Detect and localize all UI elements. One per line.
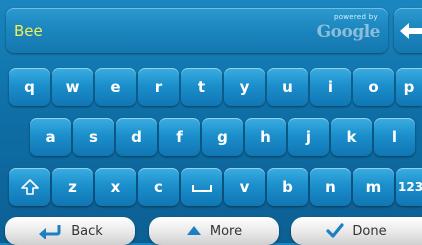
done-button[interactable]: Done: [291, 217, 422, 245]
shift-arrow-icon: [20, 178, 39, 196]
key-n[interactable]: n: [310, 168, 351, 206]
space-bar-icon: [191, 181, 212, 193]
back-button[interactable]: Back: [5, 217, 135, 245]
key-f[interactable]: f: [159, 118, 200, 156]
key-c[interactable]: c: [138, 168, 179, 206]
key-b[interactable]: b: [267, 168, 308, 206]
search-input[interactable]: Bee powered by Google: [6, 8, 388, 53]
key-p[interactable]: p: [396, 68, 422, 106]
backspace-button[interactable]: [394, 8, 422, 53]
more-button[interactable]: More: [149, 217, 279, 245]
done-button-label: Done: [352, 223, 387, 239]
shift-key[interactable]: [9, 168, 50, 206]
key-v[interactable]: v: [224, 168, 265, 206]
google-logo: Google: [316, 22, 381, 42]
search-input-value: Bee: [14, 22, 43, 40]
checkmark-icon: [326, 223, 344, 239]
key-e[interactable]: e: [95, 68, 136, 106]
key-m[interactable]: m: [353, 168, 394, 206]
key-k[interactable]: k: [331, 118, 372, 156]
key-z[interactable]: z: [52, 168, 93, 206]
powered-by-label: powered by: [333, 13, 378, 21]
key-r[interactable]: r: [138, 68, 179, 106]
key-t[interactable]: t: [181, 68, 222, 106]
back-arrow-icon: [37, 223, 63, 239]
key-u[interactable]: u: [267, 68, 308, 106]
key-s[interactable]: s: [73, 118, 114, 156]
key-x[interactable]: x: [95, 168, 136, 206]
key-l[interactable]: l: [374, 118, 415, 156]
key-q[interactable]: q: [9, 68, 50, 106]
key-o[interactable]: o: [353, 68, 394, 106]
key-h[interactable]: h: [245, 118, 286, 156]
key-d[interactable]: d: [116, 118, 157, 156]
key-w[interactable]: w: [52, 68, 93, 106]
more-button-label: More: [209, 223, 243, 239]
key-y[interactable]: y: [224, 68, 265, 106]
space-key[interactable]: [181, 168, 222, 206]
key-a[interactable]: a: [30, 118, 71, 156]
key-g[interactable]: g: [202, 118, 243, 156]
key-i[interactable]: i: [310, 68, 351, 106]
caret-up-icon: [186, 225, 202, 237]
key-j[interactable]: j: [288, 118, 329, 156]
backspace-arrow-icon: [400, 22, 422, 39]
numbers-key[interactable]: 123: [396, 168, 422, 206]
back-button-label: Back: [71, 223, 103, 239]
